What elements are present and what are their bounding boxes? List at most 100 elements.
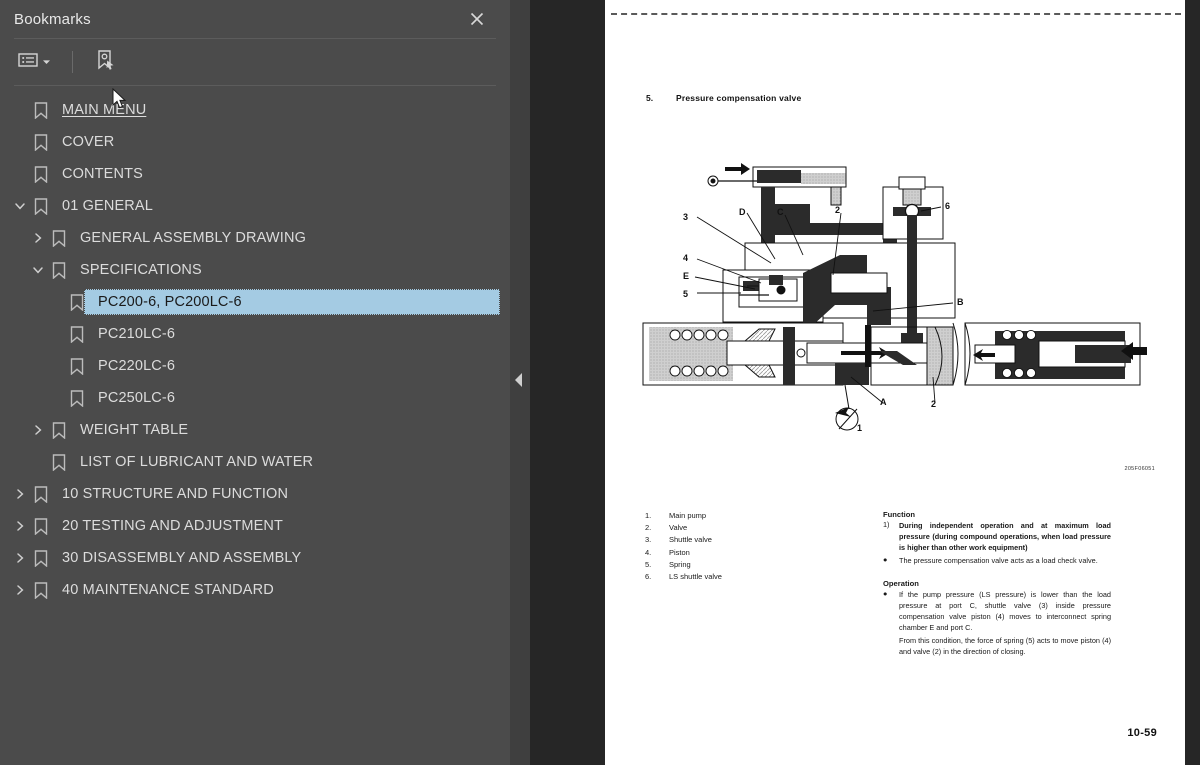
item-marker: ● xyxy=(883,554,888,564)
bookmark-options-button[interactable] xyxy=(14,49,55,76)
twisty-spacer xyxy=(46,382,66,414)
bookmark-tree: MAIN MENU COVER CONTENTS 01 GENERAL GENERAL … xyxy=(0,86,510,765)
close-icon[interactable] xyxy=(466,8,488,30)
legend-number: 6. xyxy=(645,572,652,582)
chevron-down-icon[interactable] xyxy=(10,190,30,222)
item-marker xyxy=(883,635,899,657)
bookmark-item-label: COVER xyxy=(62,133,115,150)
bookmark-item-label: 40 MAINTENANCE STANDARD xyxy=(62,581,274,598)
chevron-right-icon[interactable] xyxy=(10,542,30,574)
twisty-spacer xyxy=(10,126,30,158)
legend-item: 2. Valve xyxy=(645,522,722,534)
legend-number: 1. xyxy=(645,511,652,520)
svg-text:A: A xyxy=(880,397,887,407)
legend-text: Shuttle valve xyxy=(669,535,712,545)
bookmark-item-01-general[interactable]: 01 GENERAL xyxy=(0,190,510,222)
legend-number: 4. xyxy=(645,547,652,557)
bookmark-item-label: PC250LC-6 xyxy=(98,389,176,406)
function-item: ● The pressure compensation valve acts as… xyxy=(883,555,1111,566)
chevron-right-icon[interactable] xyxy=(10,574,30,606)
bookmark-item-label: CONTENTS xyxy=(62,165,143,182)
bookmark-item-contents[interactable]: CONTENTS xyxy=(0,158,510,190)
bookmark-icon xyxy=(48,446,70,478)
chevron-right-icon[interactable] xyxy=(28,222,48,254)
bookmark-item-label: LIST OF LUBRICANT AND WATER xyxy=(80,453,314,470)
new-bookmark-button[interactable] xyxy=(90,46,120,79)
bookmark-item-40-maintenance-standard[interactable]: 40 MAINTENANCE STANDARD xyxy=(0,574,510,606)
bookmark-item-weight-table[interactable]: WEIGHT TABLE xyxy=(0,414,510,446)
operation-item: From this condition, the force of spring… xyxy=(883,635,1111,657)
figure-legend: 1. Main pump 2. Valve 3. Shuttle valve 4. Pisto… xyxy=(645,510,722,583)
bookmark-icon xyxy=(48,414,70,446)
chevron-right-icon[interactable] xyxy=(28,414,48,446)
bookmark-icon xyxy=(30,94,52,126)
bookmark-item-specifications[interactable]: SPECIFICATIONS xyxy=(0,254,510,286)
bookmark-icon xyxy=(30,510,52,542)
bookmark-item-10-structure-and-function[interactable]: 10 STRUCTURE AND FUNCTION xyxy=(0,478,510,510)
svg-text:2: 2 xyxy=(835,205,840,215)
bookmark-item-pc200-6-pc200lc-6[interactable]: PC200-6, PC200LC-6 xyxy=(0,286,510,318)
bookmark-icon xyxy=(30,478,52,510)
legend-text: Valve xyxy=(669,523,688,533)
pressure-compensation-valve-diagram: 3 D C 2 6 4 E 5 B A 1 2 xyxy=(635,155,1155,455)
svg-text:E: E xyxy=(683,271,689,281)
bookmark-item-cover[interactable]: COVER xyxy=(0,126,510,158)
item-text: The pressure compensation valve acts as … xyxy=(899,555,1098,565)
svg-text:4: 4 xyxy=(683,253,688,263)
chevron-right-icon[interactable] xyxy=(10,478,30,510)
bookmark-item-label: 30 DISASSEMBLY AND ASSEMBLY xyxy=(62,549,302,566)
bookmark-item-label: GENERAL ASSEMBLY DRAWING xyxy=(80,229,306,246)
legend-item: 4. Piston xyxy=(645,547,722,559)
bookmark-icon xyxy=(48,254,70,286)
function-operation-column: Function 1) During independent operation … xyxy=(883,510,1111,658)
item-marker: 1) xyxy=(883,520,890,529)
item-text: During independent operation and at maxi… xyxy=(899,521,1111,553)
legend-number: 3. xyxy=(645,535,652,545)
section-number: 5. xyxy=(646,93,654,103)
item-text: From this condition, the force of spring… xyxy=(899,635,1111,656)
bookmark-icon xyxy=(30,126,52,158)
operation-heading: Operation xyxy=(883,578,919,588)
page-number: 10-59 xyxy=(1127,727,1157,739)
legend-text: LS shuttle valve xyxy=(669,572,722,582)
bookmark-item-general-assembly-drawing[interactable]: GENERAL ASSEMBLY DRAWING xyxy=(0,222,510,254)
bookmark-icon xyxy=(66,350,88,382)
chevron-right-icon[interactable] xyxy=(10,510,30,542)
svg-text:C: C xyxy=(777,207,784,217)
bookmark-item-pc250lc-6[interactable]: PC250LC-6 xyxy=(0,382,510,414)
bookmarks-toolbar xyxy=(0,39,510,85)
bookmark-item-label: 01 GENERAL xyxy=(62,197,153,214)
legend-number: 5. xyxy=(645,559,652,569)
bookmark-icon xyxy=(66,318,88,350)
bookmark-item-20-testing-and-adjustment[interactable]: 20 TESTING AND ADJUSTMENT xyxy=(0,510,510,542)
twisty-spacer xyxy=(46,350,66,382)
bookmark-item-list-of-lubricant-and-water[interactable]: LIST OF LUBRICANT AND WATER xyxy=(0,446,510,478)
pdf-reader-window: Bookmarks MAIN MENU COVER CONTENTS 01 GE… xyxy=(0,0,1200,765)
bookmark-icon xyxy=(30,190,52,222)
bookmarks-panel-header: Bookmarks xyxy=(0,0,510,38)
svg-text:B: B xyxy=(957,297,964,307)
legend-number: 2. xyxy=(645,523,652,533)
bookmark-item-30-disassembly-and-assembly[interactable]: 30 DISASSEMBLY AND ASSEMBLY xyxy=(0,542,510,574)
bookmark-item-label: SPECIFICATIONS xyxy=(80,261,202,278)
bookmark-icon xyxy=(30,158,52,190)
figure-code: 205F06051 xyxy=(1124,466,1155,472)
bookmark-item-pc210lc-6[interactable]: PC210LC-6 xyxy=(0,318,510,350)
bookmark-item-label: 10 STRUCTURE AND FUNCTION xyxy=(62,485,289,502)
legend-text: Main pump xyxy=(669,511,707,520)
item-text: If the pump pressure (LS pressure) is lo… xyxy=(899,589,1111,633)
bookmark-item-pc220lc-6[interactable]: PC220LC-6 xyxy=(0,350,510,382)
svg-text:3: 3 xyxy=(683,212,688,222)
twisty-spacer xyxy=(10,94,30,126)
document-viewer[interactable]: 5. Pressure compensation valve 3 D C 2 6… xyxy=(530,0,1200,765)
bookmark-item-label: MAIN MENU xyxy=(62,101,147,118)
bookmark-item-main-menu[interactable]: MAIN MENU xyxy=(0,94,510,126)
collapse-panel-arrow-icon[interactable] xyxy=(512,371,526,389)
new-bookmark-icon xyxy=(94,49,116,76)
list-options-icon xyxy=(18,52,38,73)
column-spacer xyxy=(883,567,1111,579)
chevron-down-icon[interactable] xyxy=(28,254,48,286)
svg-text:5: 5 xyxy=(683,289,688,299)
bookmark-icon xyxy=(48,222,70,254)
svg-text:6: 6 xyxy=(945,201,950,211)
